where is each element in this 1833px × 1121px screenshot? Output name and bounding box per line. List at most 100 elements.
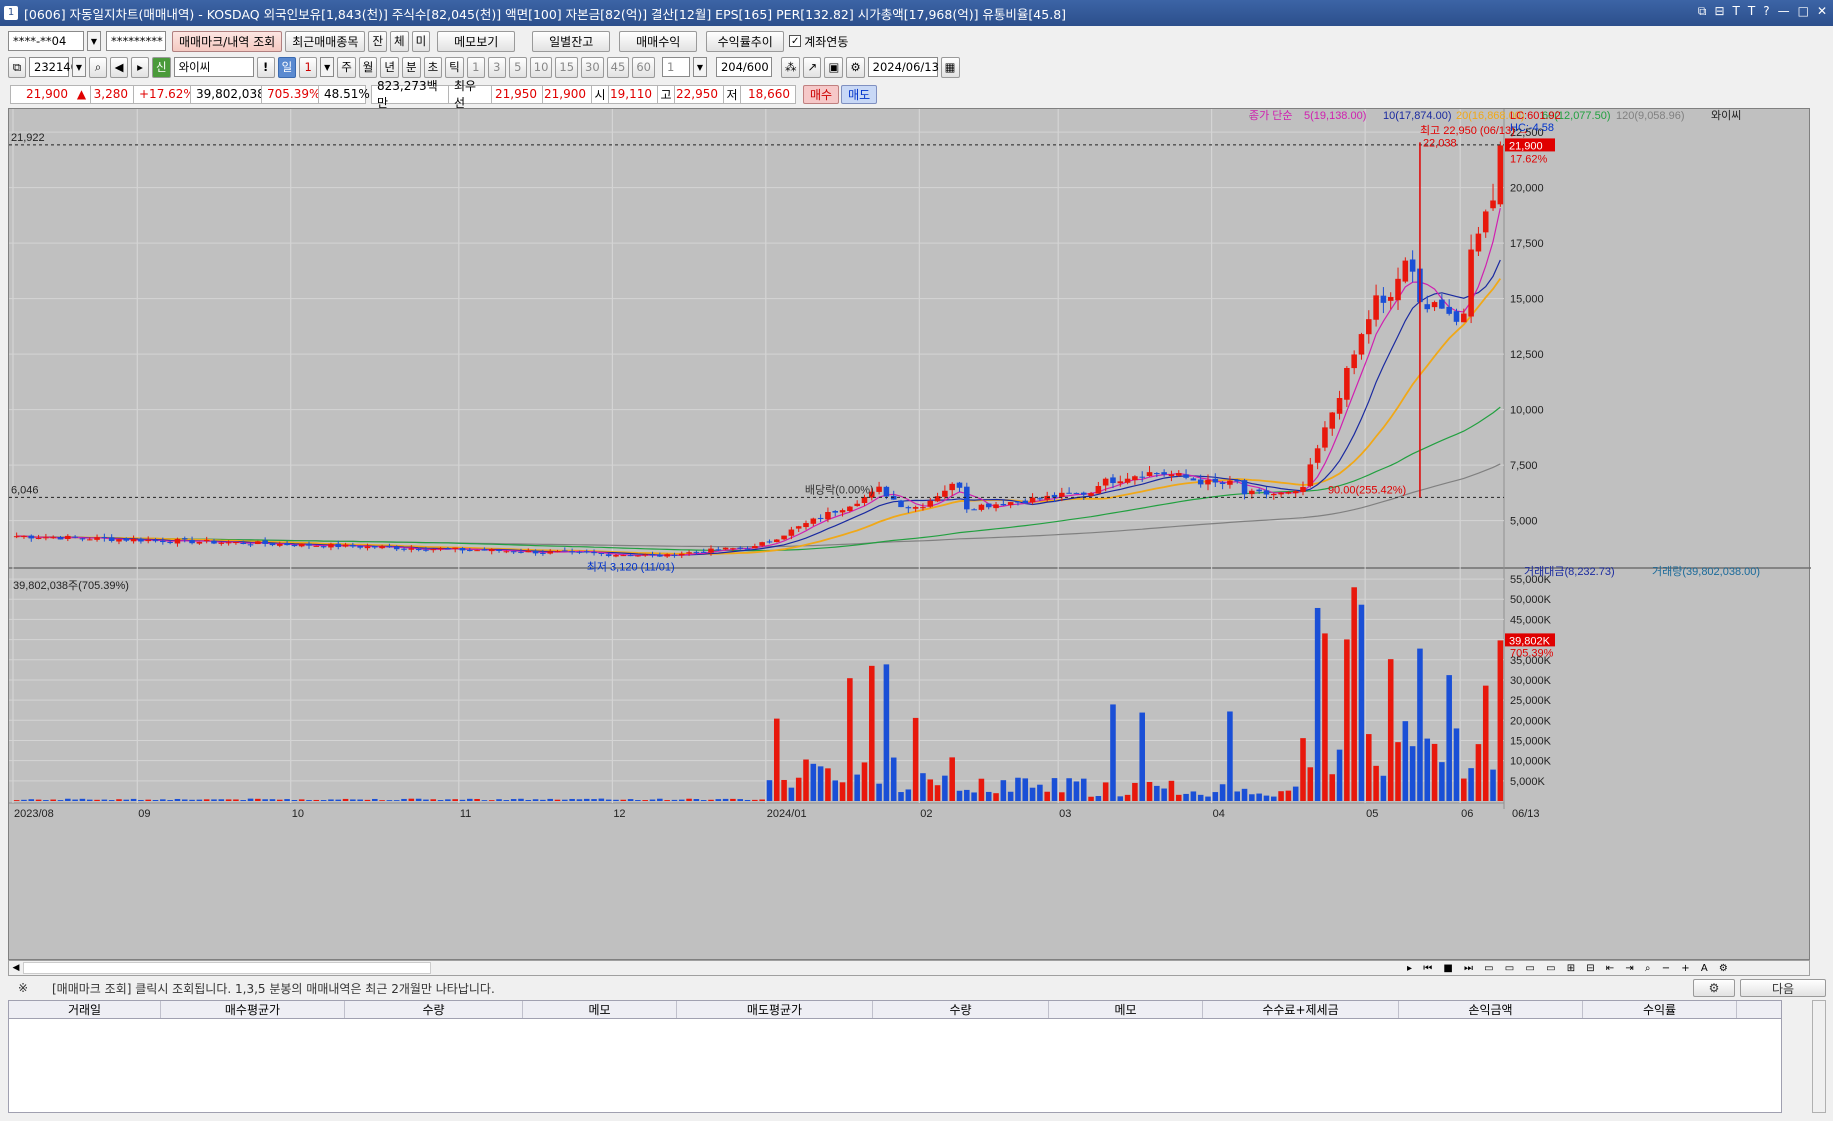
profit-trend-button[interactable]: 수익률추이 <box>706 30 785 52</box>
candle-body <box>211 540 217 544</box>
trade-grid-body[interactable] <box>8 1019 1782 1113</box>
volume-bar <box>1080 778 1087 801</box>
chart-canvas[interactable]: 2023/08 09 10 11 12 2024/01 02 03 04 05 06 06/13 22,… <box>9 109 1811 961</box>
period-n-field[interactable]: 1 <box>299 56 318 78</box>
next-button[interactable]: 다음 <box>1740 979 1826 997</box>
range-field[interactable]: 204/600 <box>715 57 772 77</box>
period-tick-button[interactable]: 틱 <box>445 56 464 78</box>
volume-bar <box>174 798 181 801</box>
checkbox-icon[interactable]: ✓ <box>789 35 802 47</box>
volume-bar <box>1249 794 1255 801</box>
volume-bar <box>1270 796 1277 801</box>
code-dropdown-icon[interactable]: ▼ <box>72 57 86 77</box>
x-tick-label: 10 <box>292 808 304 820</box>
save-icon[interactable]: ▣ <box>824 56 844 78</box>
candle-body <box>1015 501 1021 503</box>
minute-5-button[interactable]: 5 <box>508 56 527 78</box>
indicator-icon[interactable]: ⁂ <box>780 56 801 78</box>
account-dropdown-icon[interactable]: ▼ <box>87 31 101 51</box>
date-field[interactable]: 2024/06/13 <box>867 57 939 77</box>
calendar-icon[interactable]: ▦ <box>940 56 960 78</box>
col-buy-memo[interactable]: 메모 <box>523 1001 677 1018</box>
line-tool-icon[interactable]: ↗ <box>803 56 822 78</box>
window-icon: 1 <box>4 6 18 20</box>
help-icon[interactable]: ? <box>1763 4 1769 19</box>
minute-1-button[interactable]: 1 <box>466 56 485 78</box>
search-icon[interactable]: ⌕ <box>89 56 107 78</box>
stock-name-field[interactable]: 와이씨 <box>173 57 254 77</box>
col-fee-tax[interactable]: 수수료+제세금 <box>1203 1001 1399 1018</box>
minute-30-button[interactable]: 30 <box>581 56 604 78</box>
chart-scrollbar[interactable]: ◀ ▸ ⏮ ■ ⏭ ▭ ▭ ▭ ▭ ⊞ ⊟ ⇤ ⇥ ⌕ − + A ⚙ <box>8 960 1810 976</box>
volume-bar <box>642 800 648 801</box>
minute-3-button[interactable]: 3 <box>487 56 506 78</box>
minimize-all-icon[interactable]: ⊟ <box>1714 4 1724 19</box>
filled-button[interactable]: 체 <box>390 30 409 52</box>
col-trade-date[interactable]: 거래일 <box>9 1001 161 1018</box>
font-icon[interactable]: T <box>1733 4 1740 19</box>
stock-code-field[interactable]: 232140 <box>29 57 78 77</box>
chart-panel[interactable]: 2023/08 09 10 11 12 2024/01 02 03 04 05 06 06/13 22,… <box>8 108 1811 961</box>
period-week-button[interactable]: 주 <box>337 56 356 78</box>
count-select[interactable]: 1 <box>661 57 690 77</box>
account-field[interactable]: ****-**04 <box>8 31 84 51</box>
daily-balance-button[interactable]: 일별잔고 <box>532 30 611 52</box>
period-minute-button[interactable]: 분 <box>401 56 421 78</box>
layout-icon[interactable]: ⧉ <box>8 56 26 78</box>
col-sell-avg[interactable]: 매도평균가 <box>677 1001 873 1018</box>
mark-query-button[interactable]: 매매마크/내역 조회 <box>172 30 283 52</box>
tile-icon[interactable]: ⧉ <box>1698 4 1707 19</box>
volume-bar <box>678 799 685 801</box>
col-sell-qty[interactable]: 수량 <box>873 1001 1049 1018</box>
turnover-rate: 48.51% <box>318 84 370 104</box>
period-daily-button[interactable]: 일 <box>277 56 297 78</box>
password-field[interactable]: ********* <box>106 31 166 51</box>
volume-bar <box>518 798 524 801</box>
volume-bar <box>1336 749 1343 801</box>
col-return[interactable]: 수익률 <box>1583 1001 1737 1018</box>
maximize-icon[interactable]: □ <box>1798 4 1809 19</box>
minute-60-button[interactable]: 60 <box>632 56 655 78</box>
period-month-button[interactable]: 월 <box>358 56 378 78</box>
col-pnl[interactable]: 손익금액 <box>1399 1001 1583 1018</box>
alert-button[interactable]: ! <box>256 56 275 78</box>
text-icon[interactable]: T <box>1748 4 1755 19</box>
col-buy-qty[interactable]: 수량 <box>345 1001 523 1018</box>
volume-bar <box>452 799 458 801</box>
volume-bar <box>1037 784 1043 801</box>
memo-view-button[interactable]: 메모보기 <box>437 30 516 52</box>
period-year-button[interactable]: 년 <box>380 56 399 78</box>
candle-body <box>430 549 437 551</box>
settings-icon[interactable]: ⚙ <box>846 56 865 78</box>
volume-bar <box>949 757 955 801</box>
volume-bar <box>839 782 846 801</box>
scroll-track[interactable] <box>23 962 431 974</box>
col-sell-memo[interactable]: 메모 <box>1049 1001 1203 1018</box>
buy-button[interactable]: 매수 <box>803 84 840 104</box>
candle-body <box>1234 479 1241 482</box>
minute-15-button[interactable]: 15 <box>555 56 579 78</box>
chart-nav-icons[interactable]: ▸ ⏮ ■ ⏭ ▭ ▭ ▭ ▭ ⊞ ⊟ ⇤ ⇥ ⌕ − + A ⚙ <box>1407 963 1732 974</box>
account-link-checkbox[interactable]: ✓ 계좌연동 <box>789 33 848 50</box>
period-dropdown-icon[interactable]: ▼ <box>320 57 335 77</box>
grid-vscroll[interactable] <box>1812 1000 1826 1113</box>
grid-settings-icon[interactable]: ⚙ <box>1693 979 1735 997</box>
candle-body <box>1139 476 1145 478</box>
balance-button[interactable]: 잔 <box>368 30 388 52</box>
col-buy-avg[interactable]: 매수평균가 <box>161 1001 345 1018</box>
period-second-button[interactable]: 초 <box>423 56 443 78</box>
sell-button[interactable]: 매도 <box>841 84 878 104</box>
next-icon[interactable]: ▸ <box>131 56 149 78</box>
trade-profit-button[interactable]: 매매수익 <box>619 30 698 52</box>
candle-body <box>1161 472 1167 475</box>
recent-trades-button[interactable]: 최근매매종목 <box>285 30 366 52</box>
minute-10-button[interactable]: 10 <box>529 56 553 78</box>
count-dropdown-icon[interactable]: ▼ <box>692 57 707 77</box>
minute-45-button[interactable]: 45 <box>606 56 630 78</box>
unfilled-button[interactable]: 미 <box>411 30 431 52</box>
volume-bar <box>1212 792 1219 801</box>
minimize-icon[interactable]: — <box>1778 4 1790 19</box>
speaker-icon[interactable]: ◀ <box>110 56 128 78</box>
scroll-left-icon[interactable]: ◀ <box>9 963 23 973</box>
close-icon[interactable]: ✕ <box>1817 4 1827 19</box>
